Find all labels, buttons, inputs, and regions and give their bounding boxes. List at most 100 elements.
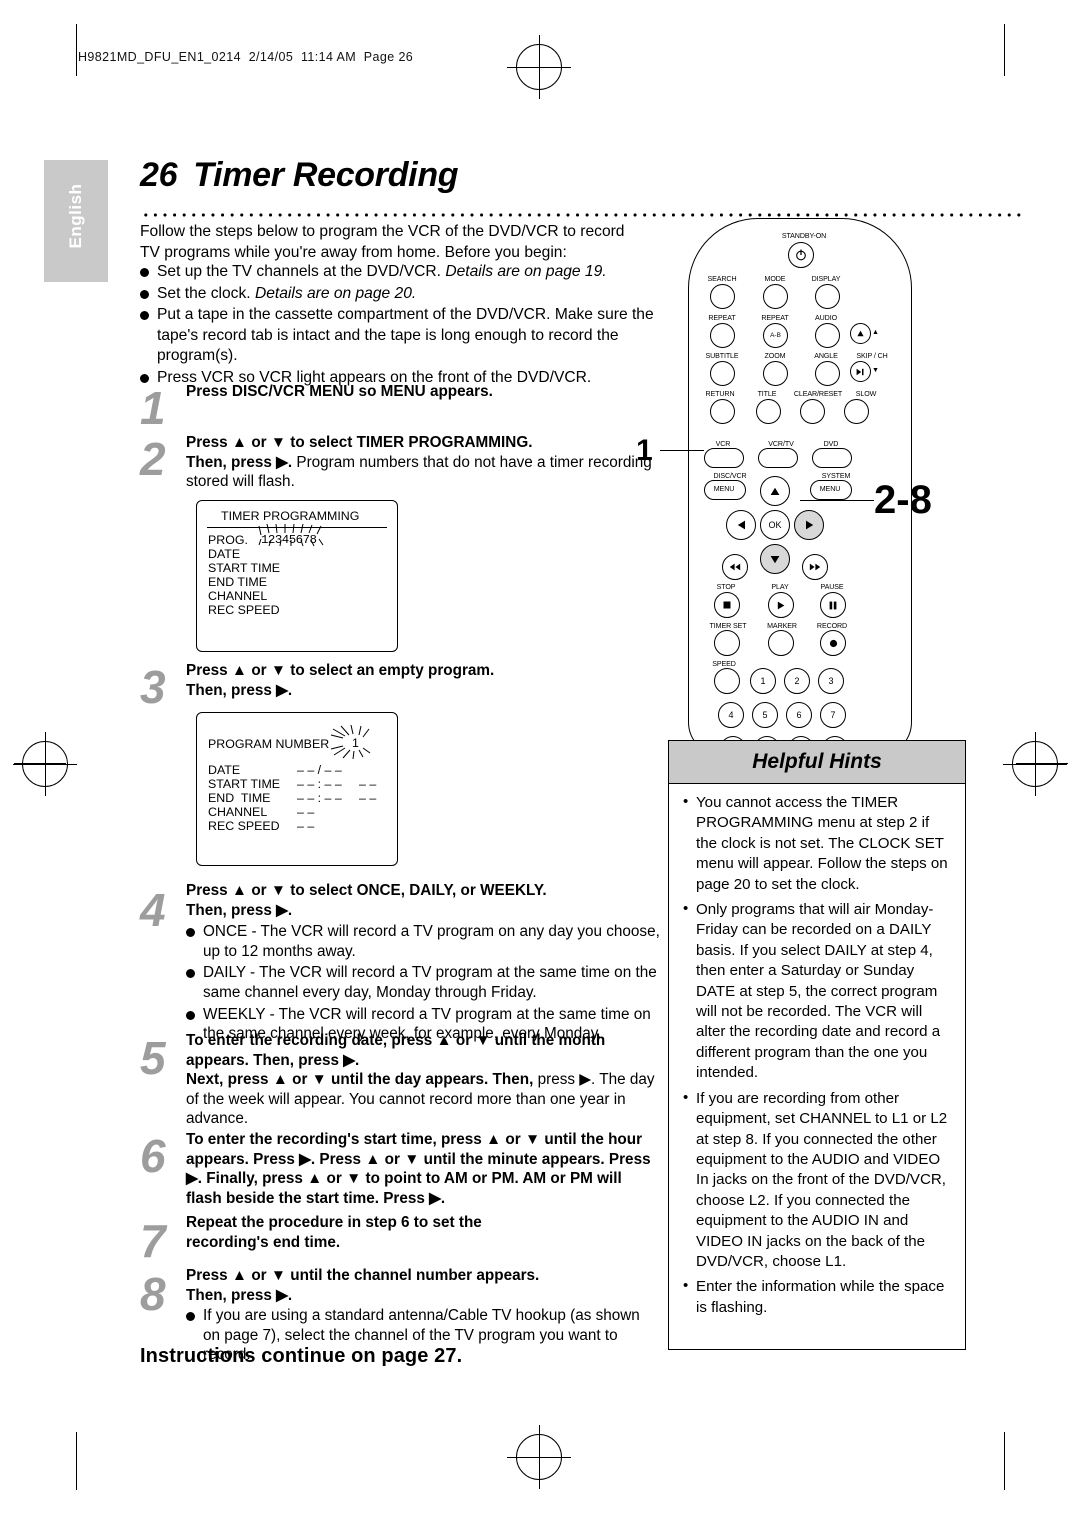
record-label: RECORD bbox=[816, 622, 848, 630]
search-button[interactable] bbox=[710, 284, 735, 309]
fast-forward-button[interactable] bbox=[802, 554, 828, 580]
crop-mark-top-left bbox=[76, 24, 77, 76]
mode-button[interactable] bbox=[763, 284, 788, 309]
ok-button[interactable]: OK bbox=[760, 510, 790, 540]
osd2-row-value: – – bbox=[297, 819, 315, 833]
nav-up-button[interactable] bbox=[760, 476, 790, 506]
volume-up-marker: ▲ bbox=[872, 328, 879, 336]
vcr-button[interactable] bbox=[704, 448, 744, 468]
audio-button[interactable] bbox=[815, 323, 840, 348]
standby-button[interactable] bbox=[788, 242, 814, 268]
step-4-text: Press ▲ or ▼ to select ONCE, DAILY, or W… bbox=[186, 881, 660, 1046]
step-4-subtitle: Then, press ▶. bbox=[186, 901, 293, 919]
play-button[interactable] bbox=[768, 592, 794, 618]
fast-forward-icon bbox=[809, 563, 821, 571]
helpful-hints-body: You cannot access the TIMER PROGRAMMING … bbox=[669, 787, 965, 1323]
step-5-subtitle: Next, press ▲ or ▼ until the day appears… bbox=[186, 1071, 534, 1089]
angle-button[interactable] bbox=[815, 361, 840, 386]
step-6-body: To enter the recording's start time, pre… bbox=[186, 1131, 651, 1207]
power-icon bbox=[796, 249, 806, 261]
key-2-label: 2 bbox=[794, 676, 800, 686]
rewind-button[interactable] bbox=[722, 554, 748, 580]
display-button[interactable] bbox=[815, 284, 840, 309]
key-5-button[interactable]: 5 bbox=[752, 702, 778, 728]
dvd-button[interactable] bbox=[812, 448, 852, 468]
marker-label: MARKER bbox=[767, 622, 797, 630]
disc-vcr-label: DISC/VCR bbox=[713, 472, 747, 480]
helpful-hints-box: Helpful Hints You cannot access the TIME… bbox=[668, 740, 966, 1350]
channel-up-button[interactable] bbox=[850, 323, 871, 344]
system-menu-label: MENU bbox=[819, 485, 841, 493]
osd2-row-label: PROGRAM NUMBER bbox=[208, 737, 330, 751]
record-button[interactable] bbox=[820, 630, 846, 656]
step-number-3: 3 bbox=[140, 661, 166, 713]
callout-line-left bbox=[660, 450, 704, 452]
slow-label: SLOW bbox=[855, 390, 877, 398]
pause-button[interactable] bbox=[820, 592, 846, 618]
osd2-row-label: END TIME bbox=[208, 791, 271, 805]
stop-icon bbox=[723, 601, 731, 609]
stop-label: STOP bbox=[716, 583, 736, 591]
rewind-icon bbox=[729, 563, 741, 571]
osd2-row-label: DATE bbox=[208, 763, 241, 777]
page-title: 26 Timer Recording bbox=[140, 156, 459, 195]
osd-program-entry: PROGRAM NUMBER 1 DATE – – / – – START TI… bbox=[196, 712, 398, 866]
repeat-ab-label: REPEAT bbox=[761, 314, 789, 322]
list-item: ONCE - The VCR will record a TV program … bbox=[186, 922, 660, 961]
key-2-button[interactable]: 2 bbox=[784, 668, 810, 694]
osd-timer-programming: TIMER PROGRAMMING PROG. 12345678 DATE ST… bbox=[196, 500, 398, 652]
nav-down-button[interactable] bbox=[760, 544, 790, 574]
nav-left-button[interactable] bbox=[726, 510, 756, 540]
intro-lead: Follow the steps below to program the VC… bbox=[140, 223, 625, 261]
title-button[interactable] bbox=[756, 399, 781, 424]
repeat-button[interactable] bbox=[710, 323, 735, 348]
crop-mark-bottom-left bbox=[76, 1432, 77, 1490]
flash-burst-icon bbox=[330, 725, 371, 759]
key-7-label: 7 bbox=[830, 710, 836, 720]
osd-row-label: DATE bbox=[208, 547, 241, 561]
disc-vcr-menu-label: MENU bbox=[713, 485, 735, 493]
osd-row-label: END TIME bbox=[208, 575, 267, 589]
step-5-text: To enter the recording date, press ▲ or … bbox=[186, 1031, 660, 1129]
dvd-label: DVD bbox=[823, 440, 839, 448]
zoom-label: ZOOM bbox=[764, 352, 786, 360]
speed-button[interactable] bbox=[714, 668, 740, 694]
key-4-button[interactable]: 4 bbox=[718, 702, 744, 728]
vcr-tv-button[interactable] bbox=[758, 448, 798, 468]
marker-button[interactable] bbox=[768, 630, 794, 656]
timer-set-button[interactable] bbox=[714, 630, 740, 656]
repeat-ab-button[interactable]: A-B bbox=[763, 323, 788, 348]
play-icon bbox=[777, 601, 785, 609]
step-7-line2: recording's end time. bbox=[186, 1233, 341, 1251]
step-number-8: 8 bbox=[140, 1268, 166, 1320]
subtitle-button[interactable] bbox=[710, 361, 735, 386]
callout-line-right bbox=[800, 500, 874, 502]
page: H9821MD_DFU_EN1_0214 2/14/05 11:14 AM Pa… bbox=[0, 0, 1080, 1528]
triangle-down-icon bbox=[770, 555, 780, 563]
key-5-label: 5 bbox=[762, 710, 768, 720]
zoom-button[interactable] bbox=[763, 361, 788, 386]
osd-row-label: CHANNEL bbox=[208, 589, 268, 603]
stop-button[interactable] bbox=[714, 592, 740, 618]
display-label: DISPLAY bbox=[811, 275, 841, 283]
title-label: TITLE bbox=[757, 390, 777, 398]
key-1-button[interactable]: 1 bbox=[750, 668, 776, 694]
step-1-title: Press DISC/VCR MENU so MENU appears. bbox=[186, 383, 493, 400]
return-button[interactable] bbox=[710, 399, 735, 424]
step-2-title: Press ▲ or ▼ to select TIMER PROGRAMMING… bbox=[186, 434, 533, 451]
key-6-button[interactable]: 6 bbox=[786, 702, 812, 728]
nav-right-button[interactable] bbox=[794, 510, 824, 540]
system-label: SYSTEM bbox=[821, 472, 851, 480]
key-3-button[interactable]: 3 bbox=[818, 668, 844, 694]
language-tab: English bbox=[44, 160, 108, 282]
slow-button[interactable] bbox=[844, 399, 869, 424]
key-7-button[interactable]: 7 bbox=[820, 702, 846, 728]
osd2-row-value: – – / – – bbox=[297, 763, 342, 777]
skip-button[interactable] bbox=[850, 361, 871, 382]
osd2-row-label: START TIME bbox=[208, 777, 281, 791]
osd2-row-label: CHANNEL bbox=[208, 805, 268, 819]
clear-reset-button[interactable] bbox=[800, 399, 825, 424]
angle-label: ANGLE bbox=[814, 352, 838, 360]
helpful-hints-header: Helpful Hints bbox=[669, 741, 965, 784]
registration-mark-left bbox=[13, 732, 77, 796]
